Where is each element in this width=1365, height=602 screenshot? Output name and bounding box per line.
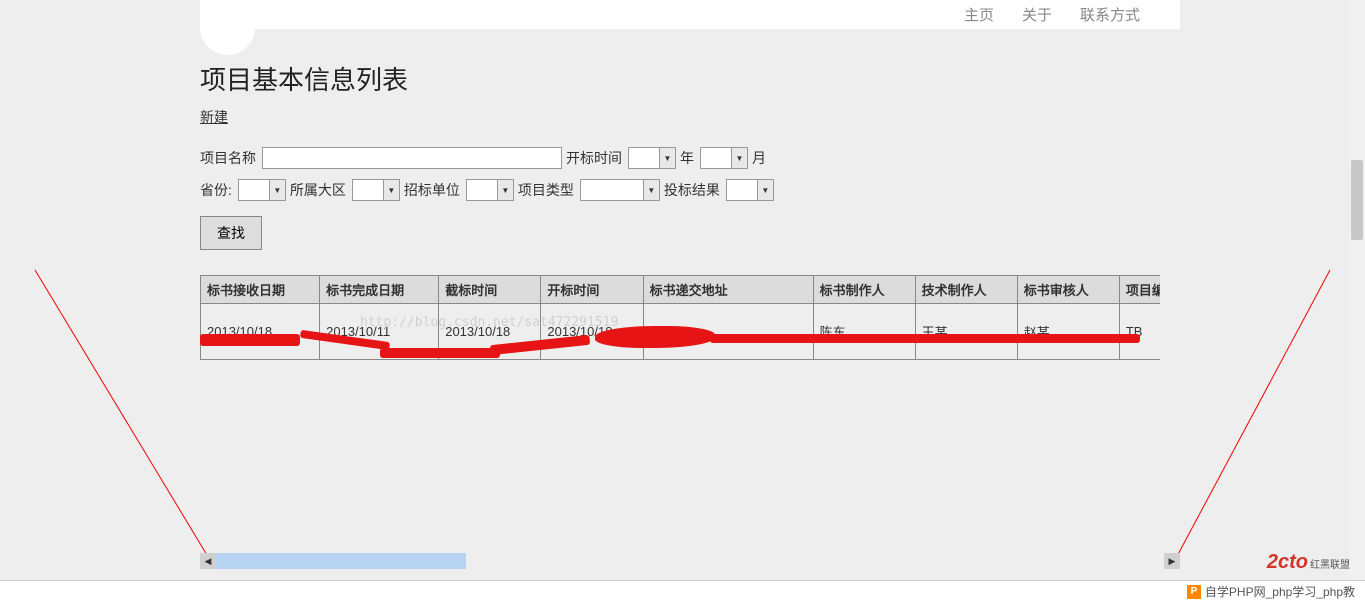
region-label: 所属大区 bbox=[290, 180, 346, 200]
filter-row-1: 项目名称 开标时间 ▼ 年 ▼ 月 bbox=[200, 147, 1180, 169]
chevron-down-icon: ▼ bbox=[731, 148, 747, 168]
chevron-down-icon: ▼ bbox=[659, 148, 675, 168]
redaction-mark bbox=[200, 334, 300, 346]
project-name-label: 项目名称 bbox=[200, 148, 256, 168]
month-select[interactable]: ▼ bbox=[700, 147, 748, 169]
footer-text: 自学PHP网_php学习_php教 bbox=[1205, 583, 1355, 600]
scroll-right-button[interactable]: ▶ bbox=[1164, 553, 1180, 569]
region-select[interactable]: ▼ bbox=[352, 179, 400, 201]
project-type-label: 项目类型 bbox=[518, 180, 574, 200]
th-open-time: 开标时间 bbox=[541, 276, 643, 304]
nav-contact[interactable]: 联系方式 bbox=[1080, 4, 1140, 25]
cell-tech-maker: 王某 bbox=[915, 304, 1017, 360]
year-suffix: 年 bbox=[680, 148, 694, 168]
open-time-label: 开标时间 bbox=[566, 148, 622, 168]
province-label: 省份: bbox=[200, 180, 232, 200]
brand-logo: 2cto红黑联盟 bbox=[1267, 551, 1350, 574]
filter-row-2: 省份: ▼ 所属大区 ▼ 招标单位 ▼ 项目类型 ▼ 投标结果 ▼ bbox=[200, 179, 1180, 201]
redaction-mark bbox=[595, 326, 715, 348]
year-select[interactable]: ▼ bbox=[628, 147, 676, 169]
nav-home[interactable]: 主页 bbox=[964, 4, 994, 25]
chevron-down-icon: ▼ bbox=[269, 180, 285, 200]
chevron-down-icon: ▼ bbox=[757, 180, 773, 200]
month-suffix: 月 bbox=[752, 148, 766, 168]
chevron-down-icon: ▼ bbox=[383, 180, 399, 200]
chevron-down-icon: ▼ bbox=[643, 180, 659, 200]
nav-about[interactable]: 关于 bbox=[1022, 4, 1052, 25]
footer-bar: P 自学PHP网_php学习_php教 bbox=[0, 580, 1365, 602]
th-complete-date: 标书完成日期 bbox=[320, 276, 439, 304]
scroll-thumb-vertical[interactable] bbox=[1351, 160, 1363, 240]
th-address: 标书递交地址 bbox=[643, 276, 813, 304]
cell-code: TB bbox=[1119, 304, 1160, 360]
new-link[interactable]: 新建 bbox=[200, 107, 228, 127]
data-grid: 标书接收日期 标书完成日期 截标时间 开标时间 标书递交地址 标书制作人 技术制… bbox=[200, 275, 1160, 360]
th-maker: 标书制作人 bbox=[813, 276, 915, 304]
horizontal-scrollbar[interactable]: ◀ ▶ bbox=[200, 553, 1180, 569]
cell-maker: 陈东 bbox=[813, 304, 915, 360]
chevron-down-icon: ▼ bbox=[497, 180, 513, 200]
th-receive-date: 标书接收日期 bbox=[201, 276, 320, 304]
tender-unit-label: 招标单位 bbox=[404, 180, 460, 200]
top-nav: 主页 关于 联系方式 bbox=[200, 0, 1180, 30]
logo-placeholder bbox=[200, 0, 255, 55]
vertical-scrollbar[interactable] bbox=[1349, 0, 1365, 580]
project-name-input[interactable] bbox=[262, 147, 562, 169]
search-button[interactable]: 查找 bbox=[200, 216, 262, 250]
page-title: 项目基本信息列表 bbox=[200, 60, 1180, 97]
th-reviewer: 标书审核人 bbox=[1017, 276, 1119, 304]
th-deadline: 截标时间 bbox=[439, 276, 541, 304]
scroll-thumb[interactable] bbox=[216, 553, 466, 569]
th-tech-maker: 技术制作人 bbox=[915, 276, 1017, 304]
table-container: 标书接收日期 标书完成日期 截标时间 开标时间 标书递交地址 标书制作人 技术制… bbox=[200, 275, 1160, 360]
cell-reviewer: 赵某 bbox=[1017, 304, 1119, 360]
bid-result-select[interactable]: ▼ bbox=[726, 179, 774, 201]
redaction-mark bbox=[710, 334, 1140, 343]
bid-result-label: 投标结果 bbox=[664, 180, 720, 200]
tender-unit-select[interactable]: ▼ bbox=[466, 179, 514, 201]
main-content: 项目基本信息列表 新建 项目名称 开标时间 ▼ 年 ▼ 月 省份: ▼ 所属大区… bbox=[200, 30, 1180, 360]
project-type-select[interactable]: ▼ bbox=[580, 179, 660, 201]
scroll-track[interactable] bbox=[216, 553, 1164, 569]
redaction-mark bbox=[380, 348, 500, 358]
province-select[interactable]: ▼ bbox=[238, 179, 286, 201]
php-icon: P bbox=[1187, 585, 1201, 599]
th-code: 项目编码 bbox=[1119, 276, 1160, 304]
scroll-left-button[interactable]: ◀ bbox=[200, 553, 216, 569]
table-header-row: 标书接收日期 标书完成日期 截标时间 开标时间 标书递交地址 标书制作人 技术制… bbox=[201, 276, 1161, 304]
